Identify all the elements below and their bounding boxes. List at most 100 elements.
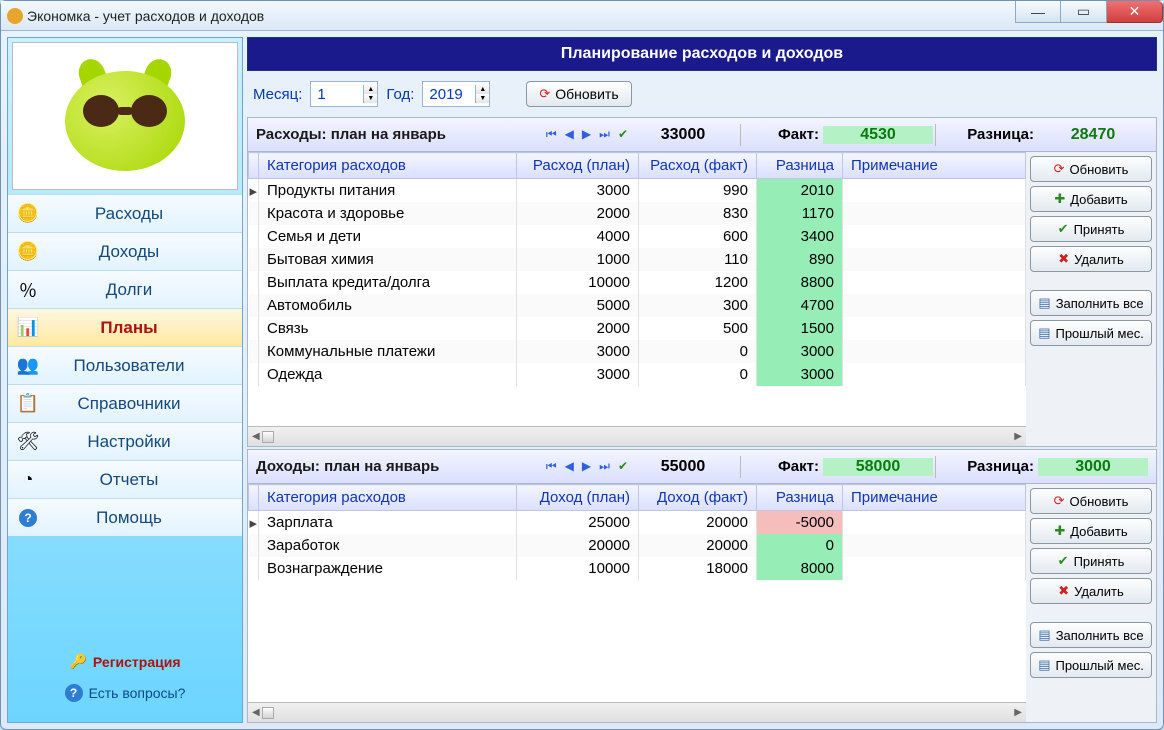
cell-note[interactable] — [843, 557, 1026, 580]
col-plan[interactable]: Расход (план) — [517, 153, 639, 179]
year-spinner[interactable]: ▲▼ — [422, 81, 490, 107]
incomes-hscrollbar[interactable]: ◀ ▶ — [248, 702, 1026, 722]
cell-category[interactable]: Зарплата — [259, 511, 517, 535]
cell-category[interactable]: Вознаграждение — [259, 557, 517, 580]
accept-button[interactable]: ✔Принять — [1030, 216, 1152, 242]
year-input[interactable] — [423, 86, 475, 103]
sidebar-item-users[interactable]: 👥 Пользователи — [8, 346, 242, 384]
sidebar-item-settings[interactable]: 🛠 Настройки — [8, 422, 242, 460]
delete-button[interactable]: ✖Удалить — [1030, 246, 1152, 272]
confirm-icon[interactable]: ✔ — [618, 459, 628, 474]
spin-up-icon[interactable]: ▲ — [364, 85, 377, 94]
cell-plan[interactable]: 5000 — [517, 294, 639, 317]
cell-note[interactable] — [843, 317, 1026, 340]
scroll-right-icon[interactable]: ▶ — [1014, 431, 1022, 442]
cell-plan[interactable]: 10000 — [517, 271, 639, 294]
cell-diff[interactable]: 890 — [757, 248, 843, 271]
cell-fact[interactable]: 0 — [639, 340, 757, 363]
minimize-button[interactable]: — — [1015, 1, 1061, 23]
expenses-hscrollbar[interactable]: ◀ ▶ — [248, 426, 1026, 446]
questions-link[interactable]: ? Есть вопросы? — [65, 684, 186, 702]
expenses-grid[interactable]: Категория расходов Расход (план) Расход … — [248, 152, 1026, 426]
table-row[interactable]: Вознаграждение10000180008000 — [249, 557, 1026, 580]
prev-record-icon[interactable]: ◀ — [565, 459, 574, 474]
cell-category[interactable]: Коммунальные платежи — [259, 340, 517, 363]
first-record-icon[interactable]: ⏮ — [546, 127, 557, 142]
confirm-icon[interactable]: ✔ — [618, 127, 628, 142]
add-button[interactable]: ✚Добавить — [1030, 518, 1152, 544]
col-fact[interactable]: Расход (факт) — [639, 153, 757, 179]
col-note[interactable]: Примечание — [843, 485, 1026, 511]
table-row[interactable]: Связь20005001500 — [249, 317, 1026, 340]
sidebar-item-directories[interactable]: 📋 Справочники — [8, 384, 242, 422]
cell-plan[interactable]: 3000 — [517, 363, 639, 386]
cell-category[interactable]: Продукты питания — [259, 179, 517, 203]
spin-down-icon[interactable]: ▼ — [476, 94, 489, 103]
scroll-right-icon[interactable]: ▶ — [1014, 707, 1022, 718]
cell-category[interactable]: Заработок — [259, 534, 517, 557]
next-record-icon[interactable]: ▶ — [582, 459, 591, 474]
table-row[interactable]: ▸Зарплата2500020000-5000 — [249, 511, 1026, 535]
col-note[interactable]: Примечание — [843, 153, 1026, 179]
cell-plan[interactable]: 25000 — [517, 511, 639, 535]
first-record-icon[interactable]: ⏮ — [546, 459, 557, 474]
delete-button[interactable]: ✖Удалить — [1030, 578, 1152, 604]
accept-button[interactable]: ✔Принять — [1030, 548, 1152, 574]
refresh-button[interactable]: ⟳Обновить — [1030, 156, 1152, 182]
col-fact[interactable]: Доход (факт) — [639, 485, 757, 511]
cell-diff[interactable]: 8800 — [757, 271, 843, 294]
cell-fact[interactable]: 20000 — [639, 511, 757, 535]
next-record-icon[interactable]: ▶ — [582, 127, 591, 142]
cell-note[interactable] — [843, 363, 1026, 386]
cell-fact[interactable]: 600 — [639, 225, 757, 248]
registration-link[interactable]: 🔑 Регистрация — [69, 653, 180, 670]
cell-category[interactable]: Автомобиль — [259, 294, 517, 317]
table-row[interactable]: ▸Продукты питания30009902010 — [249, 179, 1026, 203]
cell-plan[interactable]: 20000 — [517, 534, 639, 557]
refresh-button[interactable]: ⟳Обновить — [1030, 488, 1152, 514]
table-row[interactable]: Бытовая химия1000110890 — [249, 248, 1026, 271]
cell-fact[interactable]: 0 — [639, 363, 757, 386]
sidebar-item-plans[interactable]: 📊 Планы — [8, 308, 242, 346]
cell-diff[interactable]: 1500 — [757, 317, 843, 340]
col-category[interactable]: Категория расходов — [259, 485, 517, 511]
col-plan[interactable]: Доход (план) — [517, 485, 639, 511]
cell-category[interactable]: Связь — [259, 317, 517, 340]
sidebar-item-expenses[interactable]: 🪙 Расходы — [8, 194, 242, 232]
cell-fact[interactable]: 830 — [639, 202, 757, 225]
table-row[interactable]: Коммунальные платежи300003000 — [249, 340, 1026, 363]
cell-diff[interactable]: 1170 — [757, 202, 843, 225]
cell-plan[interactable]: 2000 — [517, 317, 639, 340]
cell-note[interactable] — [843, 225, 1026, 248]
cell-diff[interactable]: 2010 — [757, 179, 843, 203]
cell-diff[interactable]: 4700 — [757, 294, 843, 317]
table-row[interactable]: Одежда300003000 — [249, 363, 1026, 386]
cell-note[interactable] — [843, 202, 1026, 225]
sidebar-item-debts[interactable]: ％ Долги — [8, 270, 242, 308]
last-record-icon[interactable]: ⏭ — [599, 459, 610, 474]
cell-note[interactable] — [843, 511, 1026, 535]
cell-fact[interactable]: 500 — [639, 317, 757, 340]
col-diff[interactable]: Разница — [757, 153, 843, 179]
cell-category[interactable]: Красота и здоровье — [259, 202, 517, 225]
cell-diff[interactable]: 3400 — [757, 225, 843, 248]
spin-down-icon[interactable]: ▼ — [364, 94, 377, 103]
table-row[interactable]: Выплата кредита/долга1000012008800 — [249, 271, 1026, 294]
cell-plan[interactable]: 1000 — [517, 248, 639, 271]
cell-fact[interactable]: 20000 — [639, 534, 757, 557]
sidebar-item-reports[interactable]: ◔ Отчеты — [8, 460, 242, 498]
cell-diff[interactable]: -5000 — [757, 511, 843, 535]
scroll-left-icon[interactable]: ◀ — [252, 431, 260, 442]
table-row[interactable]: Заработок20000200000 — [249, 534, 1026, 557]
cell-note[interactable] — [843, 179, 1026, 203]
refresh-button[interactable]: ⟳ Обновить — [526, 81, 631, 107]
prev-month-button[interactable]: ▤Прошлый мес. — [1030, 652, 1152, 678]
maximize-button[interactable]: ▭ — [1061, 1, 1107, 23]
cell-fact[interactable]: 990 — [639, 179, 757, 203]
cell-plan[interactable]: 3000 — [517, 340, 639, 363]
scroll-thumb[interactable] — [262, 431, 274, 443]
sidebar-item-help[interactable]: ? Помощь — [8, 498, 242, 536]
incomes-grid[interactable]: Категория расходов Доход (план) Доход (ф… — [248, 484, 1026, 702]
month-input[interactable] — [311, 86, 363, 103]
scroll-left-icon[interactable]: ◀ — [252, 707, 260, 718]
